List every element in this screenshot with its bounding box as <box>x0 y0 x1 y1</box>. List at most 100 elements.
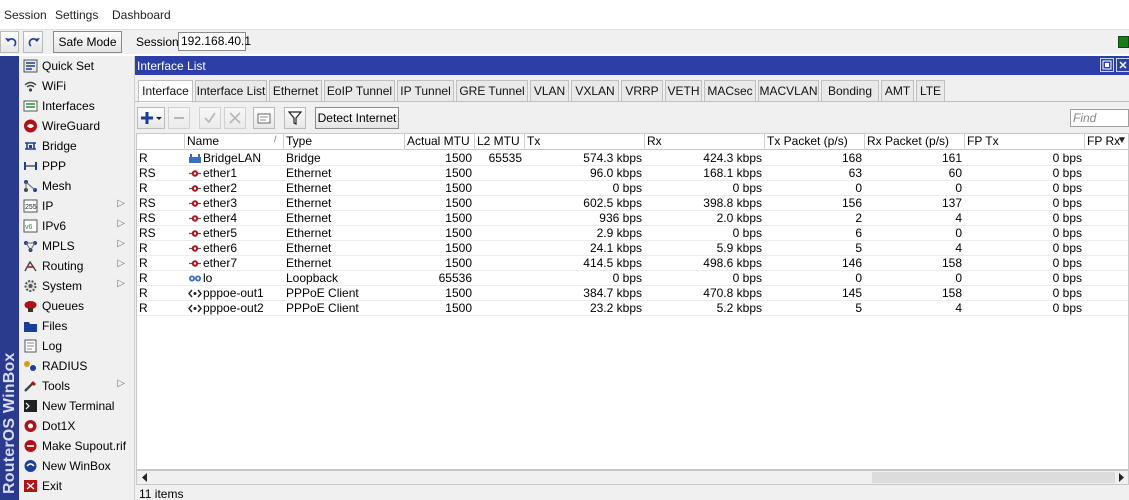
menu-settings[interactable]: Settings <box>55 8 98 22</box>
sidebar-item-ipv6[interactable]: v6 IPv6 ▷ <box>22 216 134 236</box>
cell-rx: 5.9 kbps <box>716 241 762 255</box>
menu-session[interactable]: Session <box>4 8 47 22</box>
sidebar-item-exit[interactable]: Exit <box>22 476 134 496</box>
tab-vlan[interactable]: VLAN <box>530 80 569 102</box>
sidebar-item-log[interactable]: Log <box>22 336 134 356</box>
sidebar-item-ppp[interactable]: PPP <box>22 156 134 176</box>
sidebar-item-system[interactable]: System ▷ <box>22 276 134 296</box>
sidebar-item-routing[interactable]: Routing ▷ <box>22 256 134 276</box>
window-title: Interface List <box>137 59 206 73</box>
table-row[interactable]: RS ether1 Ethernet 1500 96.0 kbps 168.1 kbps 6… <box>137 166 1128 181</box>
submenu-arrow-icon: ▷ <box>117 278 125 289</box>
table-row[interactable]: Rpppoe-out1 PPPoE Client 1500 384.7 kbps 470… <box>137 286 1128 301</box>
sidebar-item-wireguard[interactable]: WireGuard <box>22 116 134 136</box>
cell-rx: 498.6 kbps <box>703 256 762 270</box>
table-row[interactable]: Rpppoe-out2 PPPoE Client 1500 23.2 kbps 5.2 … <box>137 301 1128 316</box>
sidebar-item-new-winbox[interactable]: New WinBox <box>22 456 134 476</box>
table-row[interactable]: R BridgeLAN Bridge 1500 65535 574.3 kbps 424.3… <box>137 151 1128 166</box>
column-header-type[interactable]: Type <box>284 134 405 150</box>
tab-veth[interactable]: VETH <box>665 80 702 102</box>
cell-actual-mtu: 1500 <box>445 256 472 270</box>
table-row[interactable]: RS ether5 Ethernet 1500 2.9 kbps 0 bps 6 0 0 bps <box>137 226 1128 241</box>
sidebar-item-ip[interactable]: 255 IP ▷ <box>22 196 134 216</box>
tab-amt[interactable]: AMT <box>881 80 914 102</box>
table-row[interactable]: Rlo Loopback 65536 0 bps 0 bps 0 0 0 bps <box>137 271 1128 286</box>
tab-gre-tunnel[interactable]: GRE Tunnel <box>456 80 528 102</box>
find-input[interactable]: Find <box>1070 109 1129 127</box>
sidebar-item-label: New Terminal <box>42 399 115 413</box>
scroll-left-icon[interactable] <box>140 472 149 483</box>
exit-icon <box>24 480 37 492</box>
column-header-l2-mtu[interactable]: L2 MTU <box>475 134 525 150</box>
sidebar-item-files[interactable]: Files <box>22 316 134 336</box>
sidebar-item-queues[interactable]: Queues <box>22 296 134 316</box>
wireguard-icon <box>24 119 37 133</box>
tab-eoip-tunnel[interactable]: EoIP Tunnel <box>324 80 395 102</box>
cell-fp-tx: 0 bps <box>1052 196 1082 210</box>
sidebar-item-bridge[interactable]: Bridge <box>22 136 134 156</box>
column-header-rx-packet[interactable]: Rx Packet (p/s) <box>865 134 965 150</box>
radius-icon <box>24 361 36 371</box>
tab-interface[interactable]: Interface <box>138 80 193 103</box>
tab-ip-tunnel[interactable]: IP Tunnel <box>397 80 454 102</box>
add-button[interactable] <box>137 107 165 129</box>
session-field[interactable]: 192.168.40.1 <box>178 32 251 51</box>
remove-button[interactable] <box>168 107 190 129</box>
sidebar-item-make-supout-rif[interactable]: Make Supout.rif <box>22 436 134 456</box>
undo-button[interactable] <box>0 31 19 53</box>
tab-lte[interactable]: LTE <box>916 80 945 102</box>
sidebar-item-radius[interactable]: RADIUS <box>22 356 134 376</box>
tab-bonding[interactable]: Bonding <box>821 80 879 102</box>
tab-ethernet[interactable]: Ethernet <box>269 80 322 102</box>
column-header-name[interactable]: Name <box>185 134 284 150</box>
column-header-tx-packet[interactable]: Tx Packet (p/s) <box>765 134 865 150</box>
tab-vrrp[interactable]: VRRP <box>621 80 663 102</box>
table-row[interactable]: Rether6 Ethernet 1500 24.1 kbps 5.9 kbps 5 4 0 … <box>137 241 1128 256</box>
scrollbar-thumb[interactable] <box>872 472 1115 483</box>
filter-button[interactable] <box>284 107 306 129</box>
table-row[interactable]: RS ether3 Ethernet 1500 602.5 kbps 398.8 kbps… <box>137 196 1128 211</box>
tab-macvlan[interactable]: MACVLAN <box>758 80 819 102</box>
sidebar-item-interfaces[interactable]: Interfaces <box>22 96 134 116</box>
close-button[interactable] <box>1116 58 1129 72</box>
cell-fp-tx: 0 bps <box>1052 181 1082 195</box>
enable-button[interactable] <box>199 107 221 129</box>
column-header-actual-mtu[interactable]: Actual MTU <box>405 134 475 150</box>
brand-bar: RouterOS WinBox <box>0 56 19 500</box>
table-row[interactable]: RS ether4 Ethernet 1500 936 bps 2.0 kbps 2 4 0 b… <box>137 211 1128 226</box>
tab-interface-list[interactable]: Interface List <box>195 80 267 102</box>
scroll-right-icon[interactable] <box>1117 472 1126 483</box>
menu-dashboard[interactable]: Dashboard <box>112 8 171 22</box>
column-header-flags[interactable] <box>137 134 185 150</box>
column-header-rx[interactable]: Rx <box>645 134 765 150</box>
tab-macsec[interactable]: MACsec <box>704 80 756 102</box>
restore-button[interactable] <box>1100 58 1114 72</box>
sidebar-item-mesh[interactable]: Mesh <box>22 176 134 196</box>
horizontal-scrollbar[interactable] <box>136 470 1129 485</box>
sidebar-item-new-terminal[interactable]: New Terminal <box>22 396 134 416</box>
dot1x-icon <box>24 420 37 432</box>
cell-fp-tx: 0 bps <box>1052 286 1082 300</box>
column-header-tx[interactable]: Tx <box>525 134 645 150</box>
tab-vxlan[interactable]: VXLAN <box>571 80 619 102</box>
menu-bar: Session Settings Dashboard <box>0 0 1129 30</box>
ipv6-icon: v6 <box>23 219 38 233</box>
cell-name: ether3 <box>203 196 238 210</box>
sidebar-item-dot1x[interactable]: Dot1X <box>22 416 134 436</box>
table-row[interactable]: Rether7 Ethernet 1500 414.5 kbps 498.6 kbps 1… <box>137 256 1128 271</box>
sidebar-item-quick-set[interactable]: Quick Set <box>22 56 134 76</box>
comment-button[interactable] <box>253 107 275 129</box>
safe-mode-button[interactable]: Safe Mode <box>53 31 122 53</box>
table-row[interactable]: Rether2 Ethernet 1500 0 bps 0 bps 0 0 0 bps <box>137 181 1128 196</box>
column-menu-icon[interactable]: ▼ <box>1117 135 1127 146</box>
cell-rx-packet: 158 <box>941 286 962 300</box>
sidebar-item-tools[interactable]: Tools ▷ <box>22 376 134 396</box>
disable-button[interactable] <box>224 107 246 129</box>
cell-rx-packet: 4 <box>955 241 962 255</box>
sidebar-item-mpls[interactable]: MPLS ▷ <box>22 236 134 256</box>
detect-internet-button[interactable]: Detect Internet <box>315 107 399 129</box>
cell-tx: 2.9 kbps <box>596 226 642 240</box>
column-header-fp-tx[interactable]: FP Tx <box>965 134 1085 150</box>
sidebar-item-wifi[interactable]: WiFi <box>22 76 134 96</box>
redo-button[interactable] <box>23 31 43 53</box>
